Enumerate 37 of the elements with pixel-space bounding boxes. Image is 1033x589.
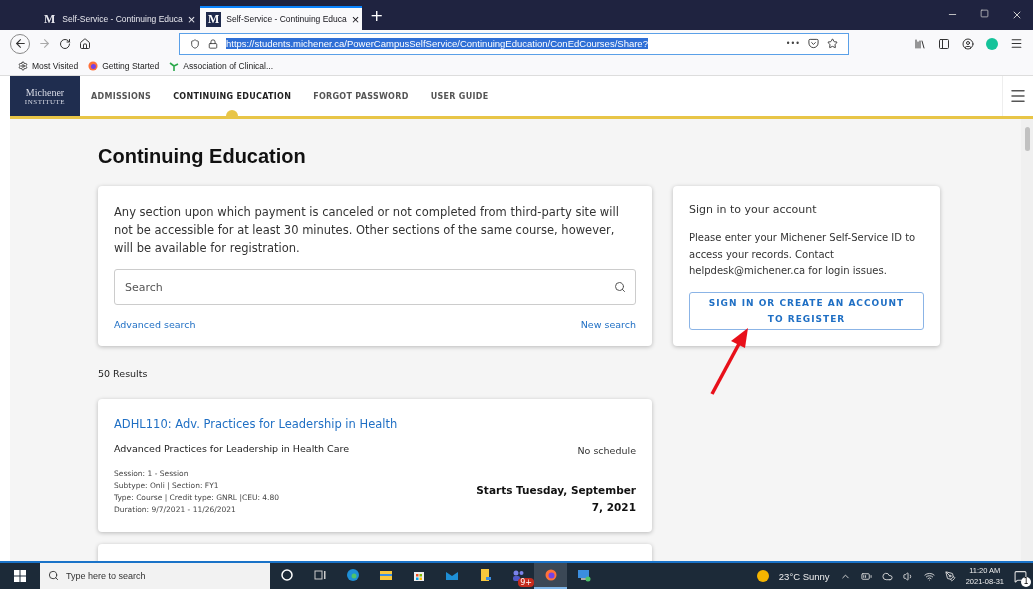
- badge: 9+: [518, 578, 534, 587]
- new-search-link[interactable]: New search: [580, 319, 636, 330]
- start-date: Starts Tuesday, September 7, 2021: [475, 483, 636, 515]
- weather-text[interactable]: 23°C Sunny: [778, 570, 830, 582]
- taskbar-search[interactable]: Type here to search: [40, 563, 270, 589]
- course-link[interactable]: ADHL110: Adv. Practices for Leadership in Health: [114, 417, 636, 431]
- more-button[interactable]: •••: [785, 39, 800, 48]
- search-field[interactable]: Search: [114, 269, 636, 305]
- bookmark[interactable]: Most Visited: [18, 61, 79, 71]
- close-tab-button[interactable]: ×: [351, 11, 360, 27]
- browser-tab[interactable]: M Self-Service - Continuing Educa ×: [36, 6, 198, 30]
- course-name: Advanced Practices for Leadership in Health Care: [114, 443, 350, 454]
- bookmark[interactable]: Association of Clinical...: [169, 61, 274, 71]
- tab-logo: M: [206, 11, 222, 27]
- sign-in-text: Please enter your Michener Self-Service ID to access your records. Contact helpdesk@michener.ca for login issues.: [689, 231, 917, 278]
- notification-count: 1: [1021, 576, 1031, 587]
- close-tab-button[interactable]: ×: [187, 11, 196, 27]
- bookmark[interactable]: Getting Started: [88, 61, 160, 71]
- schedule-text: No schedule: [577, 445, 636, 456]
- notice-text: Any section upon which payment is canceled or not completed from third-party site will not be accessible for at least 30 minutes. Other sections of the same course, however, will be available for registration.: [114, 204, 620, 257]
- browser-tab[interactable]: M Self-Service - Continuing Educa ×: [200, 6, 362, 30]
- results-count: 50 Results: [98, 368, 149, 379]
- address-bar[interactable]: https://students.michener.ca/PowerCampusSelfService/ContinuingEducation/ConEdCourses/Share? •••: [179, 32, 849, 55]
- tab-title: Self-Service - Continuing Educa: [226, 14, 347, 24]
- page-title: Continuing Education: [98, 145, 307, 168]
- nav-link[interactable]: FORGOT PASSWORD: [302, 76, 420, 116]
- tab-title: Self-Service - Continuing Educa: [62, 14, 183, 24]
- tab-logo: M: [43, 11, 57, 27]
- nav-link[interactable]: ADMISSIONS: [80, 76, 163, 116]
- new-tab-button[interactable]: +: [370, 5, 384, 25]
- card-heading: Sign in to your account: [689, 203, 818, 216]
- nav-link[interactable]: USER GUIDE: [419, 76, 500, 116]
- nav-link[interactable]: CONTINUING EDUCATION: [162, 76, 303, 116]
- sign-in-button[interactable]: SIGN IN OR CREATE AN ACCOUNT TO REGISTER: [689, 291, 924, 330]
- advanced-search-link[interactable]: Advanced search: [114, 319, 196, 330]
- taskbar-app[interactable]: 9+: [501, 563, 534, 589]
- url-text: https://students.michener.ca/PowerCampusSelfService/ContinuingEducation/ConEdCourses/Share?: [226, 38, 648, 49]
